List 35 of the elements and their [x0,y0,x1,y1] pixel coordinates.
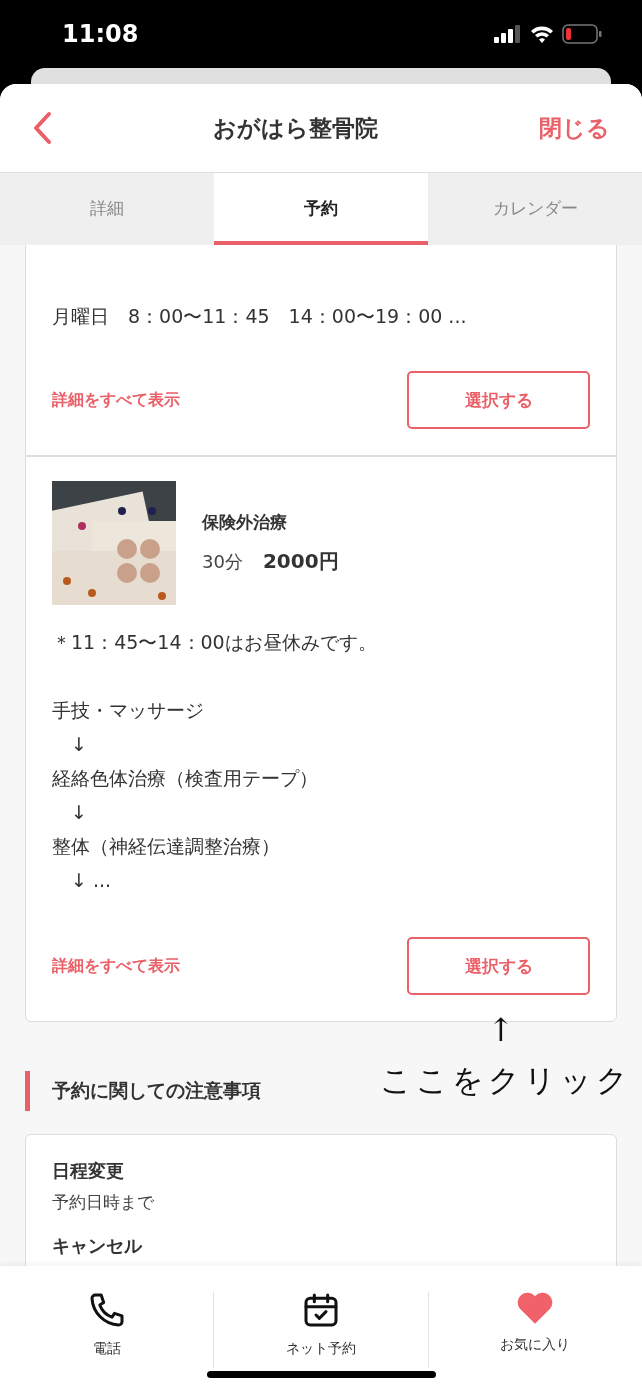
close-button[interactable]: 閉じる [539,112,610,144]
select-button[interactable]: 選択する [407,371,590,429]
description-line: 整体（神経伝達調整治療） [52,834,281,859]
description-line: ↓ [70,800,88,825]
notice-value: 予約日時まで [52,1191,155,1214]
notice-label: キャンセル [52,1234,144,1258]
description-line: 手技・マッサージ [52,698,205,723]
nav-item[interactable]: お気に入り [428,1266,642,1390]
select-button[interactable]: 選択する [407,937,590,995]
tab[interactable]: 予約 [214,173,428,245]
status-time: 11:08 [62,20,139,48]
heart-icon [516,1290,555,1326]
notice-label: 日程変更 [52,1159,125,1183]
section-heading: 予約に関しての注意事項 [52,1078,261,1103]
nav-item[interactable]: ネット予約 [214,1266,428,1390]
annotation-arrow: ↑ [487,1010,515,1050]
page-title: おがはら整骨院 [213,113,378,143]
menu-name: 保険外治療 [202,511,288,534]
show-all-details-link[interactable]: 詳細をすべて表示 [52,389,180,411]
description-line: 経絡色体治療（検査用テープ） [52,766,319,791]
description-line: ↓ ... [70,868,113,893]
duration-text: 30分 [202,550,243,574]
battery-icon [562,24,602,44]
annotation-text: ここをクリック [380,1061,632,1100]
heading-accent-bar [25,1071,30,1111]
description-line: 月曜日 8：00〜11：45 14：00〜19：00 ... [52,304,468,329]
show-all-details-link[interactable]: 詳細をすべて表示 [52,955,180,977]
description-line: ↓ [70,732,88,757]
price-text: 2000円 [262,548,339,575]
back-chevron-icon [32,111,52,145]
wifi-icon [530,25,554,43]
signal-icon [494,25,522,43]
nav-item[interactable]: 電話 [0,1266,214,1390]
back-button[interactable] [32,111,52,145]
note-text: ＊11：45〜14：00はお昼休みです。 [52,630,378,655]
